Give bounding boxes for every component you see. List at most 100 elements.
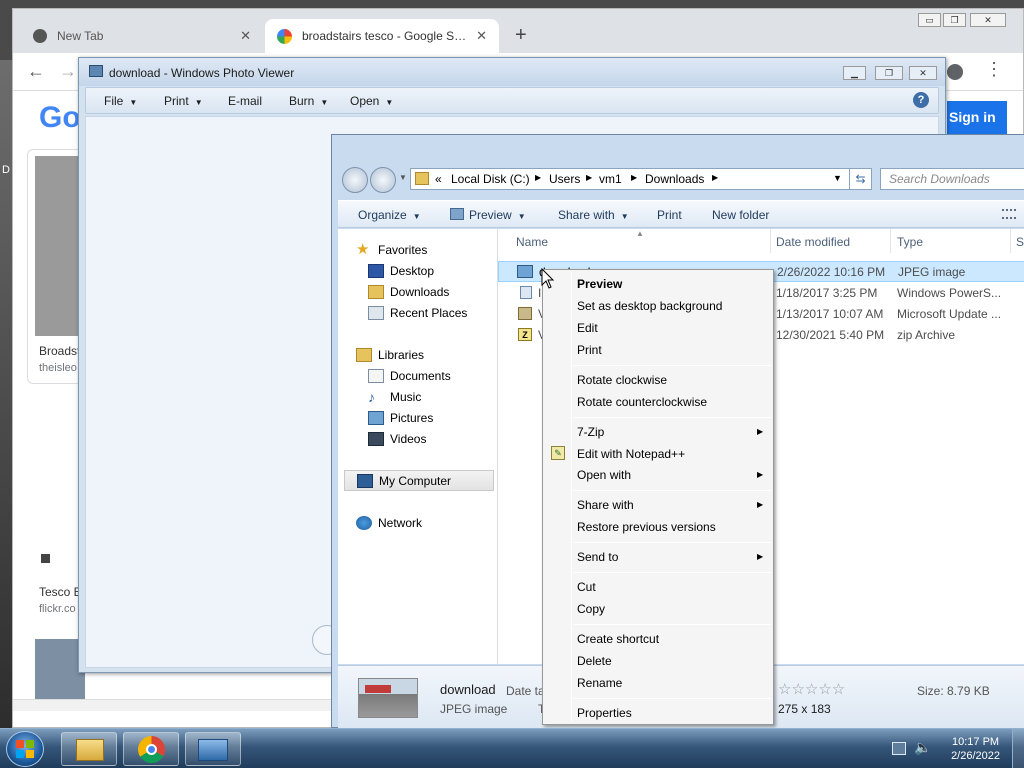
menu-file[interactable]: File ▼: [104, 94, 137, 108]
menu-item-rotate-counterclockwise[interactable]: Rotate counterclockwise: [577, 395, 707, 409]
tab-new-tab[interactable]: New Tab ✕: [21, 19, 263, 53]
rating-stars[interactable]: ☆☆☆☆☆: [778, 680, 845, 698]
menu-item-7zip[interactable]: 7-Zip: [577, 425, 604, 439]
explorer-toolbar: Organize ▼ Preview ▼ Share with ▼ Print New…: [338, 200, 1024, 228]
view-options-icon[interactable]: [1002, 209, 1016, 219]
new-folder-button[interactable]: New folder: [712, 208, 769, 222]
mouse-cursor-icon: [541, 268, 555, 289]
maximize-button[interactable]: ❐: [875, 66, 903, 80]
chevron-right-icon[interactable]: ▶: [586, 173, 592, 182]
address-dropdown-icon[interactable]: ▼: [833, 173, 842, 183]
close-tab-icon[interactable]: ✕: [240, 28, 251, 44]
recent-pages-icon[interactable]: ▼: [399, 173, 407, 182]
menu-open[interactable]: Open ▼: [350, 94, 393, 108]
menu-item-properties[interactable]: Properties: [577, 706, 632, 720]
minimize-button[interactable]: ▁: [843, 66, 866, 80]
menu-email[interactable]: E-mail: [228, 94, 262, 108]
taskbar-photo-viewer-button[interactable]: [185, 732, 241, 766]
menu-item-send-to[interactable]: Send to: [577, 550, 618, 564]
address-bar[interactable]: « Local Disk (C:) ▶ Users ▶ vm1 ▶ Downlo…: [410, 168, 872, 190]
volume-icon[interactable]: 🔈: [914, 739, 931, 756]
chevron-right-icon[interactable]: ▶: [535, 173, 541, 182]
desktop-icon: [368, 263, 384, 278]
organize-button[interactable]: Organize ▼: [358, 208, 421, 222]
print-button[interactable]: Print: [657, 208, 682, 222]
taskbar-explorer-button[interactable]: [61, 732, 117, 766]
menu-item-copy[interactable]: Copy: [577, 602, 605, 616]
breadcrumb-local-disk[interactable]: Local Disk (C:): [451, 172, 530, 186]
sign-in-button[interactable]: Sign in: [947, 101, 1007, 135]
menu-item-preview[interactable]: Preview: [577, 277, 622, 291]
menu-item-rename[interactable]: Rename: [577, 676, 622, 690]
close-window-button[interactable]: ✕: [970, 13, 1006, 27]
menu-item-delete[interactable]: Delete: [577, 654, 612, 668]
minimize-button[interactable]: ▭: [918, 13, 941, 27]
breadcrumb-downloads[interactable]: Downloads: [645, 172, 704, 186]
menu-item-restore-previous-versions[interactable]: Restore previous versions: [577, 520, 716, 534]
close-window-button[interactable]: ✕: [909, 66, 937, 80]
refresh-icon[interactable]: ⇆: [849, 169, 871, 189]
share-with-button[interactable]: Share with ▼: [558, 208, 629, 222]
help-icon[interactable]: ?: [913, 92, 929, 108]
taskbar: 🔈 10:17 PM 2/26/2022: [0, 728, 1024, 768]
column-type[interactable]: Type: [897, 235, 923, 249]
submenu-arrow-icon: ▶: [757, 552, 764, 561]
preview-button[interactable]: Preview ▼: [469, 208, 526, 222]
back-icon[interactable]: ←: [27, 61, 45, 82]
nav-my-computer[interactable]: My Computer: [344, 470, 494, 491]
details-file-name: download: [440, 682, 496, 697]
menu-item-edit[interactable]: Edit: [577, 321, 598, 335]
profile-avatar-icon[interactable]: [947, 64, 963, 80]
column-size[interactable]: S: [1016, 235, 1024, 249]
image-icon: [41, 554, 50, 563]
horizontal-scrollbar[interactable]: [13, 699, 343, 711]
start-button[interactable]: [6, 731, 44, 767]
breadcrumb-vm1[interactable]: vm1: [599, 172, 622, 186]
column-date-modified[interactable]: Date modified: [776, 235, 850, 249]
menu-print[interactable]: Print ▼: [164, 94, 203, 108]
chevron-right-icon[interactable]: ▶: [712, 173, 718, 182]
windows-logo-icon: [16, 740, 34, 758]
tab-google-search[interactable]: broadstairs tesco - Google Search ✕: [265, 19, 499, 53]
menu-item-edit-notepad-plus-plus[interactable]: Edit with Notepad++: [577, 447, 685, 461]
nav-favorites[interactable]: ★ Favorites: [356, 239, 514, 260]
column-divider: [770, 229, 771, 253]
menu-burn[interactable]: Burn ▼: [289, 94, 328, 108]
search-input[interactable]: Search Downloads: [880, 168, 1024, 190]
menu-separator: [574, 417, 771, 418]
new-tab-button[interactable]: +: [515, 24, 527, 47]
breadcrumb-users[interactable]: Users: [549, 172, 580, 186]
forward-icon[interactable]: →: [59, 61, 77, 82]
taskbar-clock[interactable]: 10:17 PM 2/26/2022: [951, 735, 1000, 763]
menu-item-create-shortcut[interactable]: Create shortcut: [577, 632, 659, 646]
menu-item-rotate-clockwise[interactable]: Rotate clockwise: [577, 373, 667, 387]
forward-icon[interactable]: [370, 167, 396, 193]
show-desktop-button[interactable]: [1012, 729, 1024, 768]
breadcrumb-overflow[interactable]: «: [435, 172, 442, 186]
desktop-background: [0, 60, 12, 728]
menu-item-cut[interactable]: Cut: [577, 580, 596, 594]
file-date: 12/30/2021 5:40 PM: [776, 328, 885, 342]
update-file-icon: [518, 307, 532, 320]
zip-file-icon: Z: [518, 328, 532, 341]
maximize-button[interactable]: ❐: [943, 13, 966, 27]
libraries-icon: [356, 347, 372, 362]
nav-libraries[interactable]: Libraries: [356, 344, 514, 365]
network-tray-icon[interactable]: [892, 742, 906, 755]
column-divider: [1010, 229, 1011, 253]
menu-item-set-desktop-background[interactable]: Set as desktop background: [577, 299, 722, 313]
menu-kebab-icon[interactable]: ⋮: [985, 59, 1003, 80]
taskbar-chrome-button[interactable]: [123, 732, 179, 766]
back-icon[interactable]: [342, 167, 368, 193]
menu-item-open-with[interactable]: Open with: [577, 468, 631, 482]
menu-separator: [574, 572, 771, 573]
file-date: 1/13/2017 10:07 AM: [776, 307, 884, 321]
menu-item-share-with[interactable]: Share with: [577, 498, 634, 512]
file-type: zip Archive: [897, 328, 956, 342]
close-tab-icon[interactable]: ✕: [476, 28, 487, 44]
nav-network[interactable]: Network: [356, 512, 514, 533]
chevron-right-icon[interactable]: ▶: [631, 173, 637, 182]
menu-item-print[interactable]: Print: [577, 343, 602, 357]
photo-viewer-icon: [198, 739, 228, 761]
column-name[interactable]: Name: [516, 235, 548, 249]
